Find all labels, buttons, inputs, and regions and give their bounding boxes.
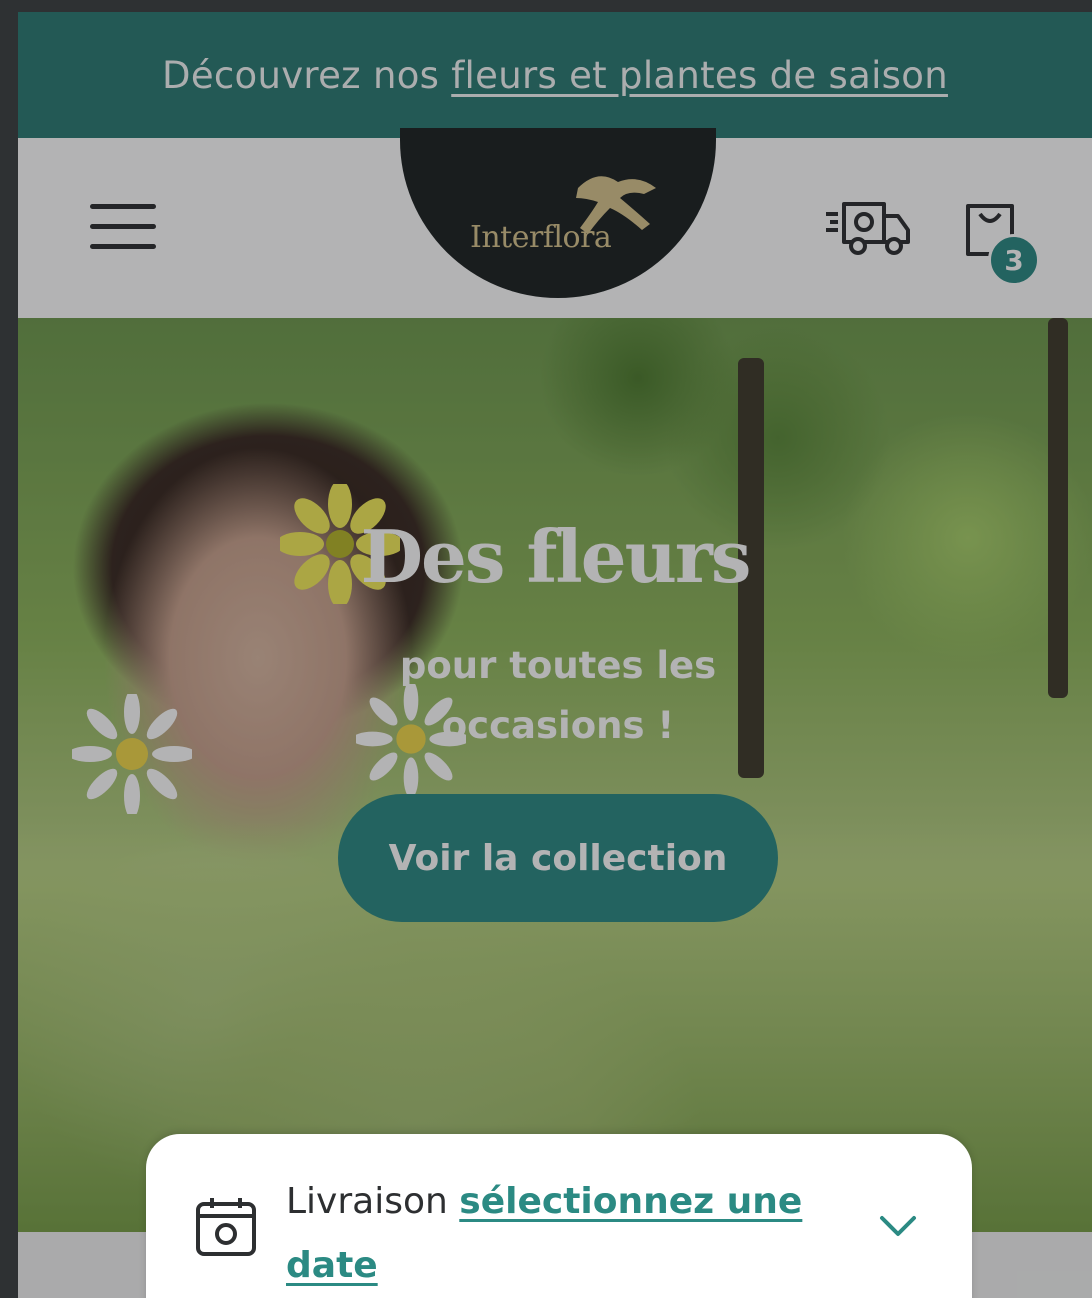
chevron-down-icon[interactable] [878, 1212, 918, 1240]
delivery-label: Livraison [286, 1181, 448, 1222]
delivery-date-card[interactable]: Livraison sélectionnez une date [146, 1134, 972, 1298]
menu-icon[interactable] [90, 204, 156, 254]
promo-banner: Découvrez nos fleurs et plantes de saiso… [18, 12, 1092, 138]
promo-text: Découvrez nos [162, 53, 440, 97]
view-collection-button[interactable]: Voir la collection [338, 794, 778, 922]
logo-text: Interflora [470, 220, 612, 255]
hero-subtitle: pour toutes les occasions ! [399, 644, 717, 747]
hero-banner: Des fleurs pour toutes les occasions ! V… [18, 318, 1092, 1232]
page-frame: Découvrez nos fleurs et plantes de saiso… [18, 12, 1092, 1298]
tree-trunk [1048, 318, 1068, 698]
daisy-icon [72, 694, 192, 814]
promo-link[interactable]: fleurs et plantes de saison [451, 54, 948, 97]
delivery-truck-icon[interactable] [824, 198, 914, 260]
calendar-icon [196, 1198, 256, 1256]
site-header: Interflora 3 [18, 128, 1092, 318]
cart-count-badge: 3 [988, 234, 1040, 286]
hero-title: Des fleurs [360, 514, 752, 599]
delivery-text: Livraison sélectionnez une date [286, 1170, 826, 1298]
